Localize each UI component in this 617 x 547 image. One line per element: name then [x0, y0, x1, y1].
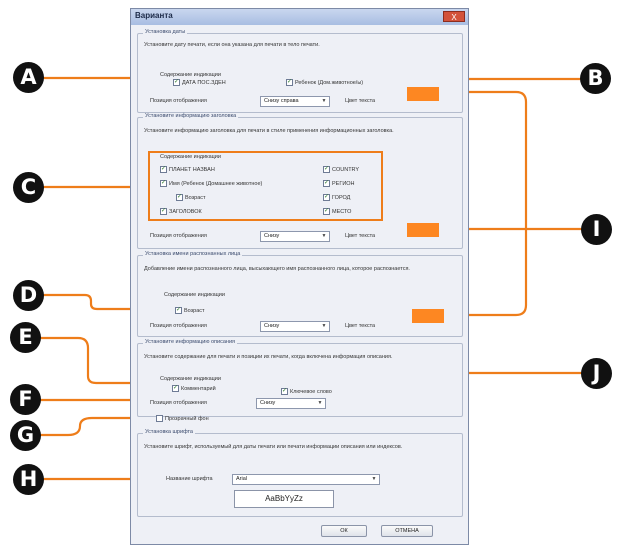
- cancel-button[interactable]: ОТМЕНА: [381, 525, 433, 537]
- chevron-down-icon: ▼: [321, 233, 327, 239]
- caption-group: Установите информацию описания Установит…: [137, 339, 463, 417]
- close-button[interactable]: X: [443, 11, 465, 22]
- callout-badge-h: H: [13, 464, 44, 495]
- chevron-down-icon: ▼: [321, 98, 327, 104]
- baby-checkbox[interactable]: ✓: [286, 79, 293, 86]
- face-position-value: Снизу: [264, 323, 280, 329]
- date-group-title: Установка даты: [143, 29, 188, 35]
- comment-checkbox[interactable]: ✓: [172, 385, 179, 392]
- options-dialog: Вариантa X Установка даты Установите дат…: [130, 8, 469, 545]
- callout-badge-b: B: [580, 63, 611, 94]
- date-color-swatch[interactable]: [407, 87, 439, 101]
- face-color-label: Цвет текста: [345, 323, 376, 329]
- face-position-label: Позиция отображения: [150, 323, 207, 329]
- face-position-select[interactable]: Снизу ▼: [260, 321, 330, 332]
- callout-badge-d: D: [13, 280, 44, 311]
- font-value: Arial: [236, 476, 248, 482]
- face-group: Установка имени распознанных лица Добавл…: [137, 251, 463, 337]
- age-checkbox-label: Возраст: [184, 308, 205, 314]
- date-checkbox[interactable]: ✓: [173, 79, 180, 86]
- face-section-label: Содержание индикации: [164, 292, 225, 298]
- date-position-value: Снизу справа: [264, 98, 299, 104]
- font-preview: AaBbYyZz: [234, 490, 334, 508]
- header-position-value: Снизу: [264, 233, 280, 239]
- date-position-label: Позиция отображения: [150, 98, 207, 104]
- date-color-label: Цвет текста: [345, 98, 376, 104]
- keyword-checkbox[interactable]: ✓: [281, 388, 288, 395]
- transparent-checkbox-label: Прозрачный фон: [165, 416, 209, 422]
- age-checkbox[interactable]: ✓: [175, 307, 182, 314]
- header-color-label: Цвет текста: [345, 233, 376, 239]
- chevron-down-icon: ▼: [321, 323, 327, 329]
- callout-badge-a: A: [13, 62, 44, 93]
- callout-badge-j: J: [581, 358, 612, 389]
- font-group: Установка шрифта Установите шрифт, испол…: [137, 429, 463, 517]
- caption-section-label: Содержание индикации: [160, 376, 221, 382]
- chevron-down-icon: ▼: [317, 400, 323, 406]
- title-bar[interactable]: Вариантa X: [131, 9, 468, 25]
- callout-badge-e: E: [10, 322, 41, 353]
- ok-button[interactable]: ОК: [321, 525, 367, 537]
- comment-checkbox-label: Комментарий: [181, 386, 216, 392]
- date-group-description: Установите дату печати, если она указана…: [144, 42, 320, 48]
- baby-checkbox-label: Ребенок (Дом.животное/ы): [295, 80, 364, 86]
- caption-position-label: Позиция отображения: [150, 400, 207, 406]
- caption-group-description: Установите содержание для печати и позиц…: [144, 354, 393, 360]
- header-color-swatch[interactable]: [407, 223, 439, 237]
- dialog-title: Вариантa: [135, 11, 173, 20]
- caption-position-value: Снизу: [260, 400, 276, 406]
- date-position-select[interactable]: Снизу справа ▼: [260, 96, 330, 107]
- font-group-description: Установите шрифт, используемый для даты …: [144, 444, 403, 450]
- keyword-checkbox-label: Ключевое слово: [290, 389, 332, 395]
- face-group-description: Добавление имени распознанного лица, выс…: [144, 266, 410, 272]
- callout-badge-f: F: [10, 384, 41, 415]
- date-checkbox-label: ДАТА ПОС.ЗДЕН: [182, 80, 226, 86]
- font-name-label: Название шрифта: [166, 476, 213, 482]
- callout-badge-g: G: [10, 420, 41, 451]
- transparent-checkbox[interactable]: [156, 415, 163, 422]
- chevron-down-icon: ▼: [371, 476, 377, 482]
- header-group-description: Установите информацию заголовка для печа…: [144, 128, 394, 134]
- header-items-highlight: [148, 151, 383, 221]
- face-color-swatch[interactable]: [412, 309, 444, 323]
- date-group: Установка даты Установите дату печати, е…: [137, 29, 463, 113]
- caption-position-select[interactable]: Снизу ▼: [256, 398, 326, 409]
- font-group-title: Установка шрифта: [143, 429, 195, 435]
- header-position-select[interactable]: Снизу ▼: [260, 231, 330, 242]
- header-position-label: Позиция отображения: [150, 233, 207, 239]
- font-select[interactable]: Arial ▼: [232, 474, 380, 485]
- callout-badge-i: I: [581, 214, 612, 245]
- callout-badge-c: C: [13, 172, 44, 203]
- date-section-label: Содержание индикации: [160, 72, 221, 78]
- caption-group-title: Установите информацию описания: [143, 339, 238, 345]
- header-group-title: Установите информацию заголовка: [143, 113, 239, 119]
- face-group-title: Установка имени распознанных лица: [143, 251, 243, 257]
